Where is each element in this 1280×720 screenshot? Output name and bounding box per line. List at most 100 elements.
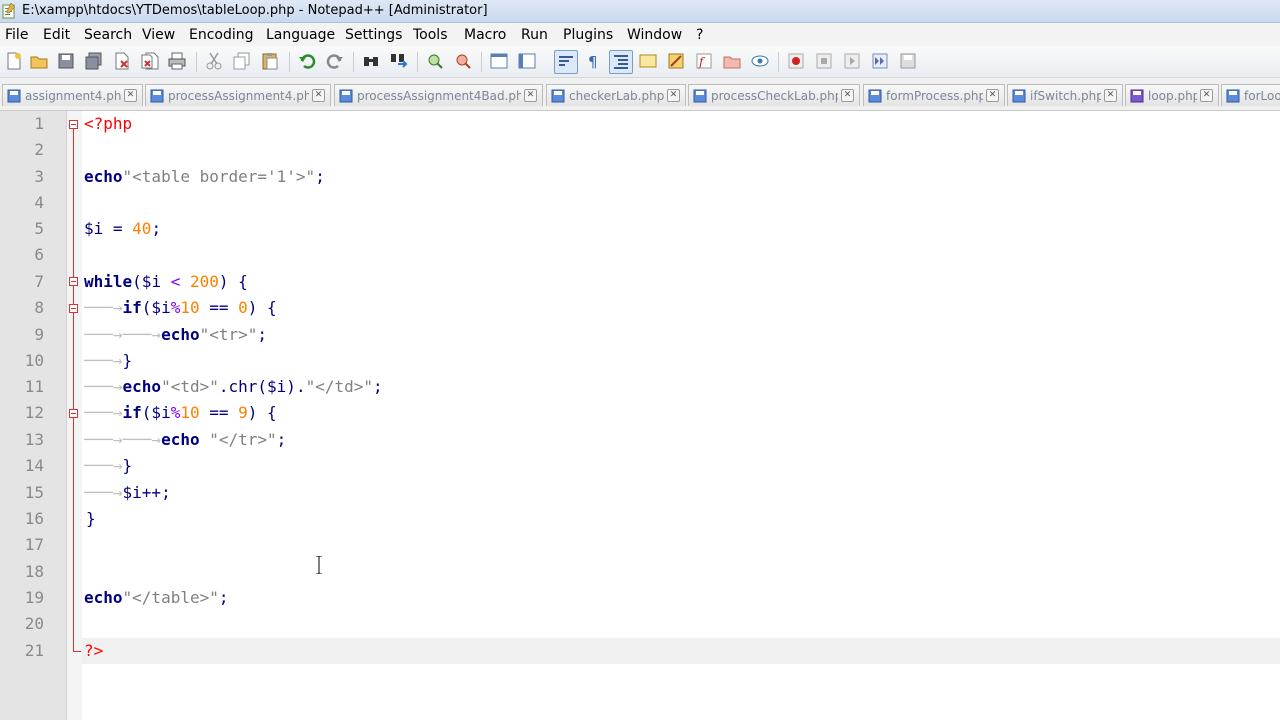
show-all-characters-icon[interactable]: ¶ — [583, 51, 603, 71]
copy-icon[interactable] — [232, 51, 252, 71]
tab-processchecklab[interactable]: processCheckLab.php ✕ — [688, 84, 860, 106]
code-line: 3 echo"<table border='1'>"; — [0, 167, 1280, 193]
menu-view[interactable]: View — [142, 27, 175, 43]
tab-formprocess[interactable]: formProcess.php ✕ — [863, 84, 1005, 106]
tab-ifswitch[interactable]: ifSwitch.php ✕ — [1007, 84, 1123, 106]
paste-icon[interactable] — [260, 51, 280, 71]
function-list-icon[interactable]: f — [694, 51, 714, 71]
string-literal: "</td>" — [305, 377, 374, 396]
play-macro-icon[interactable] — [842, 51, 862, 71]
line-number: 4 — [34, 193, 44, 212]
zoom-in-icon[interactable] — [425, 51, 445, 71]
close-file-icon[interactable] — [112, 51, 132, 71]
menu-encoding[interactable]: Encoding — [189, 27, 254, 43]
code-token: ($i — [141, 298, 171, 317]
document-tab-bar: assignment4.php ✕ processAssignment4.php… — [0, 78, 1280, 111]
run-macro-multiple-icon[interactable] — [870, 51, 890, 71]
keyword: echo — [122, 377, 162, 396]
indent-guide-icon[interactable] — [609, 50, 633, 74]
menu-run[interactable]: Run — [521, 27, 548, 43]
menu-search[interactable]: Search — [84, 27, 132, 43]
line-number: 8 — [34, 298, 44, 317]
operator: == — [199, 298, 239, 317]
stop-macro-icon[interactable] — [814, 51, 834, 71]
close-all-icon[interactable] — [140, 51, 160, 71]
line-number: 21 — [24, 641, 44, 660]
menu-file[interactable]: File — [5, 27, 28, 43]
menu-settings[interactable]: Settings — [345, 27, 402, 43]
save-icon[interactable] — [56, 51, 76, 71]
line-number: 14 — [24, 456, 44, 475]
menu-bar: File Edit Search View Encoding Language … — [0, 23, 1280, 46]
undo-icon[interactable] — [297, 51, 317, 71]
doc-map-icon[interactable] — [666, 51, 686, 71]
record-macro-icon[interactable] — [786, 51, 806, 71]
tab-processassignment4bad[interactable]: processAssignment4Bad.php ✕ — [334, 84, 543, 106]
operator: . — [218, 377, 229, 396]
menu-help[interactable]: ? — [696, 27, 703, 43]
code-token: } — [86, 509, 96, 528]
line-number: 19 — [24, 588, 44, 607]
find-icon[interactable] — [361, 51, 381, 71]
tab-close-icon[interactable]: ✕ — [1104, 89, 1117, 102]
monitoring-icon[interactable] — [750, 51, 770, 71]
file-saved-icon — [1012, 89, 1026, 102]
tab-close-icon[interactable]: ✕ — [986, 89, 999, 102]
string-literal: "<table border='1'>" — [122, 167, 316, 186]
tab-assignment4[interactable]: assignment4.php ✕ — [2, 84, 143, 106]
menu-plugins[interactable]: Plugins — [563, 27, 613, 43]
punctuation: ; — [161, 483, 171, 502]
code-token: ($i — [132, 272, 171, 291]
sync-horizontal-icon[interactable] — [517, 51, 537, 71]
code-text: echo"</table>"; — [84, 588, 229, 607]
sync-vertical-icon[interactable] — [489, 51, 509, 71]
code-editor[interactable]: 1 <?php 2 3 echo"<table border='1'>"; 4 … — [0, 111, 1280, 720]
file-saved-icon — [150, 89, 164, 102]
line-number: 18 — [24, 562, 44, 581]
code-line: 10 ───→} — [0, 351, 1280, 377]
tab-checkerlab[interactable]: checkerLab.php ✕ — [546, 84, 686, 106]
menu-macro[interactable]: Macro — [464, 27, 506, 43]
tab-close-icon[interactable]: ✕ — [667, 89, 680, 102]
toolbar-separator — [353, 52, 354, 72]
print-icon[interactable] — [167, 51, 187, 71]
tab-loop[interactable]: loop.php ✕ — [1125, 84, 1219, 106]
open-file-icon[interactable] — [29, 51, 49, 71]
punctuation: ; — [257, 325, 268, 344]
tab-close-icon[interactable]: ✕ — [841, 89, 854, 102]
number-literal: 0 — [238, 298, 248, 317]
folder-workspace-icon[interactable] — [722, 51, 742, 71]
punctuation: ; — [373, 377, 383, 396]
line-number: 1 — [34, 114, 44, 133]
replace-icon[interactable] — [389, 51, 409, 71]
punctuation: ; — [151, 219, 162, 238]
word-wrap-icon[interactable] — [554, 50, 578, 74]
operator: % — [170, 403, 181, 422]
line-number: 9 — [34, 325, 44, 344]
string-literal: "<td>" — [161, 377, 219, 396]
tab-close-icon[interactable]: ✕ — [124, 89, 137, 102]
redo-icon[interactable] — [325, 51, 345, 71]
menu-edit[interactable]: Edit — [43, 27, 70, 43]
tab-arrow-marker: ───→───→ — [84, 430, 162, 449]
line-number: 11 — [24, 377, 44, 396]
tab-close-icon[interactable]: ✕ — [524, 89, 537, 102]
menu-window[interactable]: Window — [627, 27, 682, 43]
language-udl-icon[interactable] — [638, 51, 658, 71]
line-number: 15 — [24, 483, 44, 502]
save-macro-icon[interactable] — [898, 51, 918, 71]
menu-language[interactable]: Language — [266, 27, 335, 43]
cut-icon[interactable] — [204, 51, 224, 71]
tab-close-icon[interactable]: ✕ — [1200, 89, 1213, 102]
new-file-icon[interactable] — [4, 51, 24, 71]
zoom-out-icon[interactable] — [453, 51, 473, 71]
tab-close-icon[interactable]: ✕ — [312, 89, 325, 102]
menu-tools[interactable]: Tools — [413, 27, 448, 43]
line-number: 16 — [24, 509, 44, 528]
toolbar-separator — [289, 52, 290, 72]
save-all-icon[interactable] — [84, 51, 104, 71]
code-line: 11 ───→echo"<td>".chr($i)."</td>"; — [0, 377, 1280, 403]
tab-forloop[interactable]: forLoop.php — [1221, 84, 1280, 106]
operator: ++ — [141, 483, 162, 502]
tab-processassignment4[interactable]: processAssignment4.php ✕ — [145, 84, 331, 106]
